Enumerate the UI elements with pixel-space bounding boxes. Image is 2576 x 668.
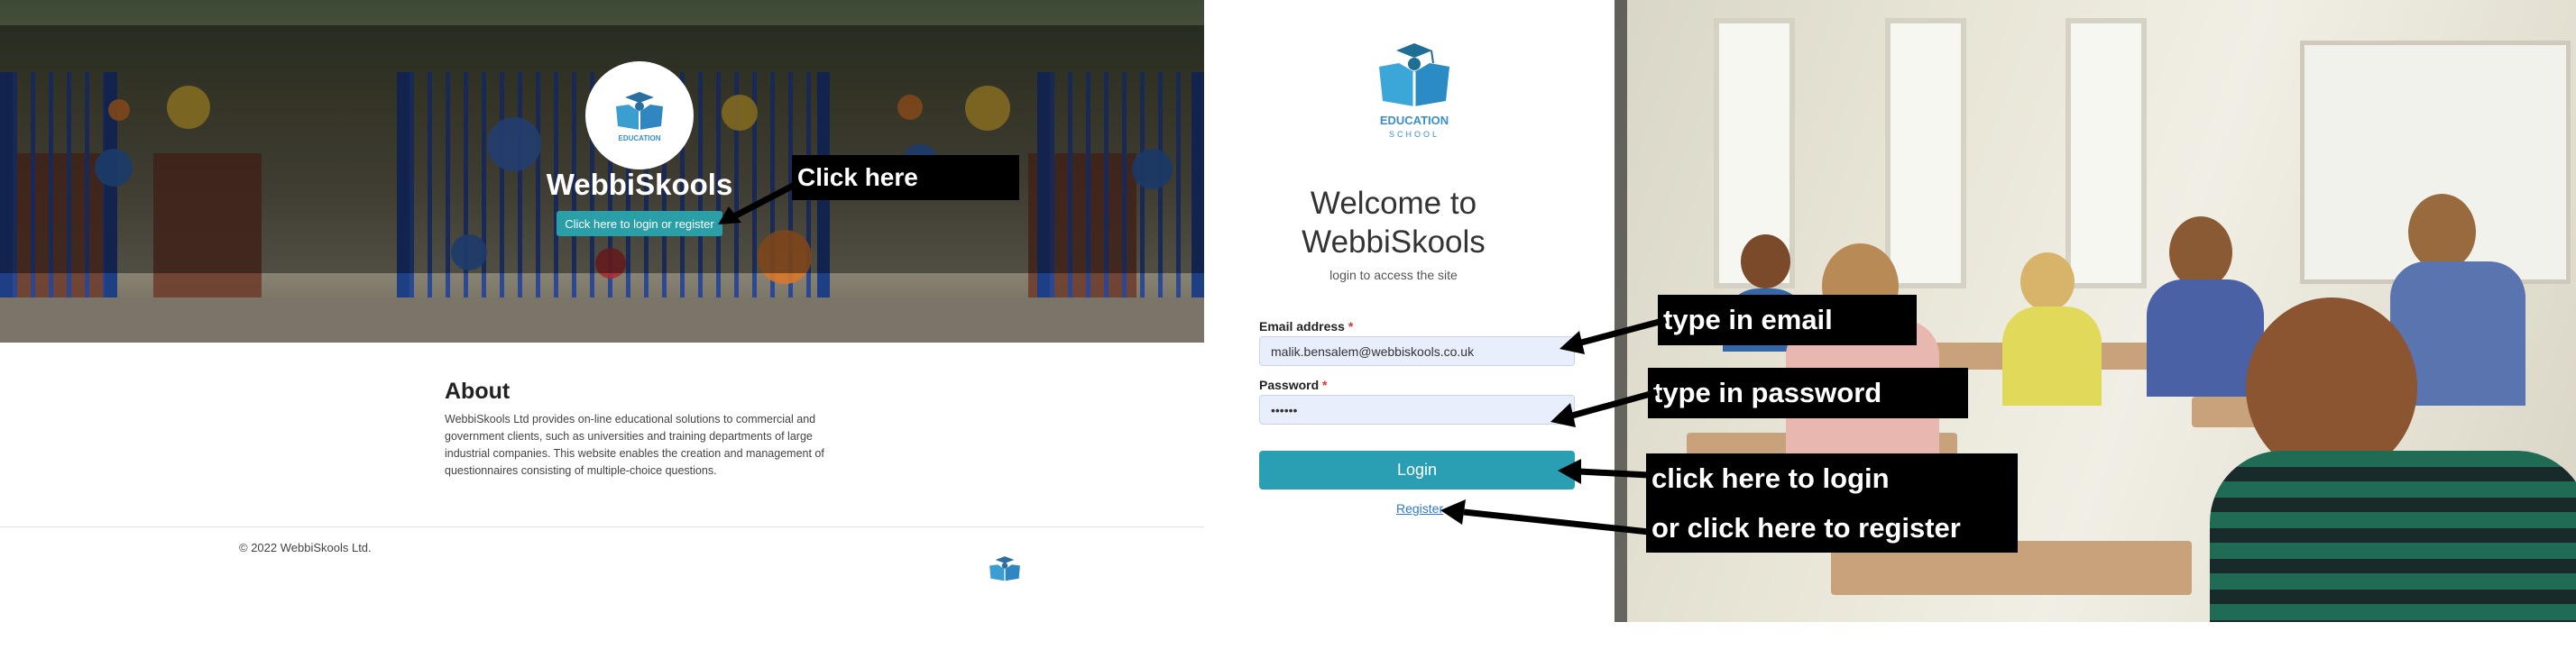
footer-logo (981, 548, 1028, 599)
callout-type-password: type in password (1648, 368, 1968, 418)
required-marker: * (1322, 378, 1328, 392)
window (2065, 18, 2147, 288)
education-logo-icon (989, 556, 1020, 581)
student (2020, 252, 2075, 311)
svg-text:SCHOOL: SCHOOL (1389, 130, 1440, 139)
composite-screenshot: EDUCATION WebbiSkools Click here to logi… (0, 0, 2576, 668)
login-subtitle: login to access the site (1329, 268, 1458, 282)
footer-copyright: © 2022 WebbiSkools Ltd. (239, 541, 372, 554)
svg-text:EDUCATION: EDUCATION (619, 134, 661, 142)
student (2169, 216, 2232, 288)
student (2002, 307, 2102, 406)
callout-arrow-icon (1559, 316, 1667, 354)
password-field[interactable] (1259, 395, 1575, 425)
login-logo: EDUCATION SCHOOL (1366, 38, 1462, 151)
callout-arrow-icon (718, 179, 800, 224)
about-text: WebbiSkools Ltd provides on-line educati… (445, 413, 824, 477)
student (2408, 194, 2476, 270)
callout-arrow-icon (1558, 459, 1650, 484)
callout-click-here: Click here (792, 155, 1019, 200)
window (1885, 18, 1966, 288)
login-button[interactable]: Login (1259, 451, 1575, 490)
callout-arrow-icon (1440, 499, 1650, 535)
email-label-text: Email address (1259, 319, 1345, 334)
svg-text:EDUCATION: EDUCATION (1380, 114, 1449, 127)
password-label-text: Password (1259, 378, 1320, 392)
callout-click-login: click here to login (1651, 462, 1890, 494)
email-label: Email address * (1259, 319, 1353, 334)
callout-click-register: or click here to register (1651, 511, 1961, 544)
callout-type-email: type in email (1658, 295, 1917, 345)
register-link[interactable]: Register (1396, 501, 1443, 516)
login-register-button[interactable]: Click here to login or register (557, 211, 722, 236)
ground (0, 297, 1204, 343)
welcome-title: Welcome to WebbiSkools (1302, 186, 1486, 260)
footer-divider (0, 526, 1204, 527)
about-heading: About (445, 379, 511, 404)
callout-arrow-icon (1550, 389, 1658, 427)
education-logo-icon: EDUCATION (616, 92, 663, 142)
site-logo: EDUCATION (585, 61, 694, 169)
email-field[interactable] (1259, 336, 1575, 366)
student-striped-shirt (2210, 451, 2576, 622)
education-logo-icon: EDUCATION SCHOOL (1379, 43, 1449, 139)
password-label: Password * (1259, 378, 1327, 392)
callout-login-register: click here to login or click here to reg… (1646, 453, 2018, 553)
required-marker: * (1348, 319, 1354, 334)
student (1741, 234, 1790, 288)
